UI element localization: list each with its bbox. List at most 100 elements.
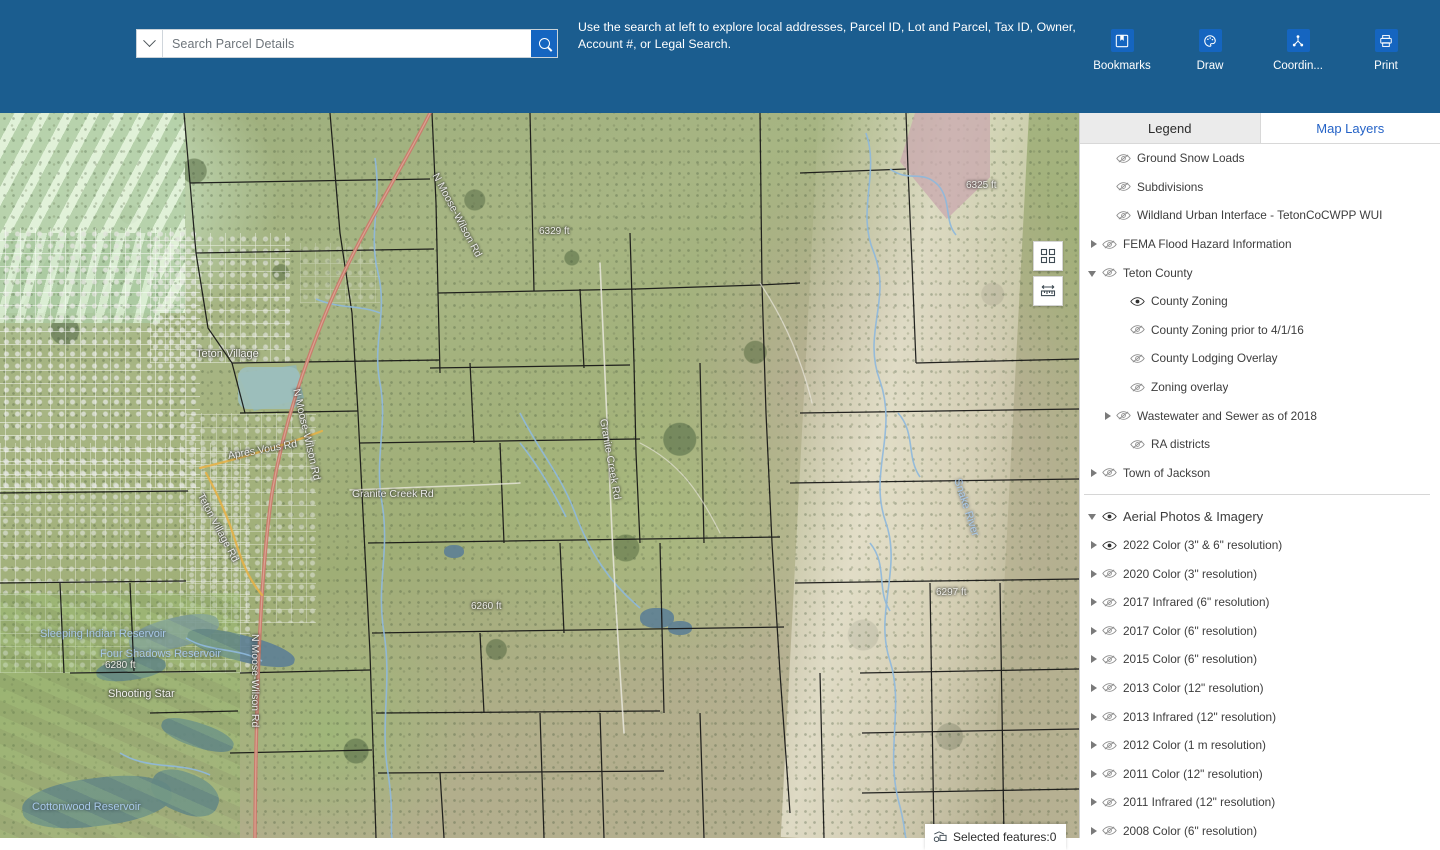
search-button[interactable] [531,30,557,57]
arrow-placeholder [1116,295,1128,307]
layer-row[interactable]: 2008 Color (6" resolution) [1080,817,1440,838]
map-label: N Moose-Wilson Rd [249,634,261,727]
print-button[interactable]: Print [1352,29,1420,72]
layer-tree[interactable]: Ground Snow Loads SubdivisionsWildland Ur… [1080,144,1440,838]
tab-map-layers[interactable]: Map Layers [1261,113,1440,143]
layer-row[interactable]: Aerial Photos & Imagery [1080,502,1440,531]
eye-hidden-icon[interactable] [1102,825,1117,836]
eye-visible-icon[interactable] [1130,296,1145,307]
select-features-tool[interactable] [1033,241,1063,271]
layer-label: 2020 Color (3" resolution) [1123,567,1257,581]
layer-row[interactable]: Subdivisions [1080,173,1440,202]
search-type-dropdown[interactable] [137,30,163,57]
chevron-right-icon[interactable] [1102,410,1114,422]
layer-row[interactable]: RA districts [1080,430,1440,459]
eye-hidden-icon[interactable] [1130,439,1145,450]
eye-hidden-icon[interactable] [1102,740,1117,751]
chevron-right-icon[interactable] [1088,739,1100,751]
eye-hidden-icon[interactable] [1116,153,1131,164]
bookmarks-button[interactable]: Bookmarks [1088,29,1156,72]
eye-hidden-icon[interactable] [1102,597,1117,608]
layer-row[interactable]: 2013 Color (12" resolution) [1080,674,1440,703]
eye-hidden-icon[interactable] [1116,181,1131,192]
tab-legend-label: Legend [1148,121,1191,136]
eye-hidden-icon[interactable] [1102,711,1117,722]
print-label: Print [1374,60,1398,72]
layer-row[interactable]: Zoning overlay [1080,373,1440,402]
layer-row[interactable]: 2015 Color (6" resolution) [1080,645,1440,674]
chevron-right-icon[interactable] [1088,238,1100,250]
layer-label: RA districts [1151,437,1210,451]
layer-label: 2022 Color (3" & 6" resolution) [1123,538,1282,552]
layer-row[interactable]: Town of Jackson [1080,459,1440,488]
eye-hidden-icon[interactable] [1130,382,1145,393]
eye-hidden-icon[interactable] [1102,625,1117,636]
chevron-right-icon[interactable] [1088,596,1100,608]
map-canvas[interactable] [0,113,1079,838]
measure-tool[interactable] [1033,276,1063,306]
eye-hidden-icon[interactable] [1102,768,1117,779]
eye-hidden-icon[interactable] [1102,568,1117,579]
layer-row[interactable]: 2011 Infrared (12" resolution) [1080,788,1440,817]
chevron-right-icon[interactable] [1088,625,1100,637]
chevron-right-icon[interactable] [1088,768,1100,780]
eye-visible-icon[interactable] [1102,540,1117,551]
chevron-right-icon[interactable] [1088,825,1100,837]
chevron-right-icon[interactable] [1088,711,1100,723]
eye-hidden-icon[interactable] [1116,210,1131,221]
eye-hidden-icon[interactable] [1102,682,1117,693]
chevron-right-icon[interactable] [1088,682,1100,694]
map-label: Teton Village [196,348,259,360]
arrow-placeholder [1102,152,1114,164]
arrow-placeholder [1116,381,1128,393]
layer-row[interactable]: 2020 Color (3" resolution) [1080,559,1440,588]
layer-row[interactable]: Wastewater and Sewer as of 2018 [1080,401,1440,430]
bookmarks-label: Bookmarks [1093,60,1151,72]
layer-label: 2012 Color (1 m resolution) [1123,738,1266,752]
coordinates-button[interactable]: Coordin... [1264,29,1332,72]
chevron-right-icon[interactable] [1088,539,1100,551]
arrow-placeholder [1116,352,1128,364]
eye-hidden-icon[interactable] [1116,410,1131,421]
coordinates-label: Coordin... [1273,60,1323,72]
arrow-placeholder [1102,181,1114,193]
chevron-right-icon[interactable] [1088,467,1100,479]
layer-row[interactable]: 2017 Infrared (6" resolution) [1080,588,1440,617]
layer-row[interactable]: County Lodging Overlay [1080,344,1440,373]
eye-hidden-icon[interactable] [1102,654,1117,665]
draw-button[interactable]: Draw [1176,29,1244,72]
layer-row[interactable]: 2013 Infrared (12" resolution) [1080,702,1440,731]
layer-row[interactable]: FEMA Flood Hazard Information [1080,230,1440,259]
layer-group-divider [1084,494,1430,495]
layer-row[interactable]: 2022 Color (3" & 6" resolution) [1080,531,1440,560]
map-label: Shooting Star [108,688,175,700]
layer-label: Ground Snow Loads [1137,151,1245,165]
search-input[interactable] [163,30,531,57]
eye-hidden-icon[interactable] [1130,353,1145,364]
layer-row[interactable]: Wildland Urban Interface - TetonCoCWPP W… [1080,201,1440,230]
selection-icon [933,831,947,844]
chevron-right-icon[interactable] [1088,653,1100,665]
tab-legend[interactable]: Legend [1080,113,1261,143]
chevron-down-icon[interactable] [1088,510,1100,522]
chevron-right-icon[interactable] [1088,796,1100,808]
layer-row[interactable]: County Zoning [1080,287,1440,316]
layer-row[interactable]: County Zoning prior to 4/1/16 [1080,316,1440,345]
eye-hidden-icon[interactable] [1102,239,1117,250]
arrow-placeholder [1102,209,1114,221]
parcel-search-bar[interactable] [137,30,557,57]
layer-label: 2013 Color (12" resolution) [1123,681,1264,695]
chevron-down-icon[interactable] [1088,267,1100,279]
layer-row[interactable]: 2017 Color (6" resolution) [1080,617,1440,646]
layer-row[interactable]: Ground Snow Loads [1080,144,1440,173]
chevron-right-icon[interactable] [1088,568,1100,580]
layer-row[interactable]: 2012 Color (1 m resolution) [1080,731,1440,760]
layer-row[interactable]: 2011 Color (12" resolution) [1080,759,1440,788]
search-hint-text: Use the search at left to explore local … [578,19,1078,53]
eye-hidden-icon[interactable] [1102,797,1117,808]
eye-hidden-icon[interactable] [1130,324,1145,335]
eye-visible-icon[interactable] [1102,511,1117,522]
layer-row[interactable]: Teton County [1080,258,1440,287]
eye-hidden-icon[interactable] [1102,467,1117,478]
eye-hidden-icon[interactable] [1102,267,1117,278]
